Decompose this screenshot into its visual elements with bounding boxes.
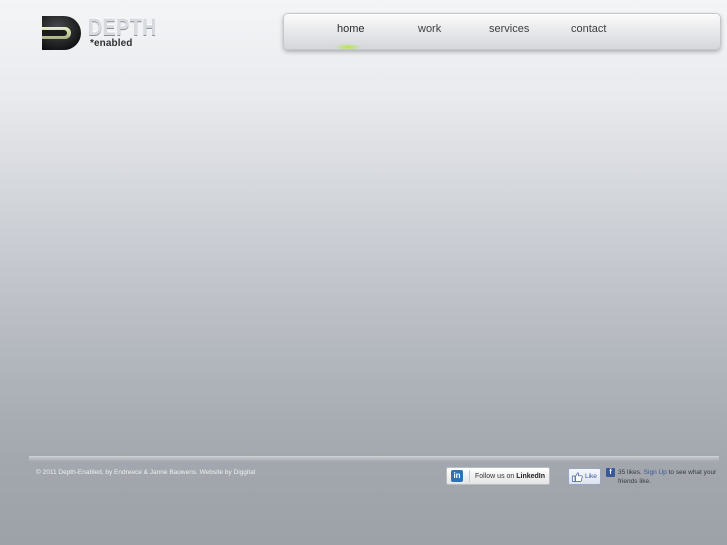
copyright-prefix: © 2011 Depth-Enabled, by Endreece & Jann… <box>36 469 234 476</box>
credit-link[interactable]: Diggital <box>234 469 256 476</box>
facebook-like-button[interactable]: Like <box>568 468 601 485</box>
facebook-signup-link[interactable]: Sign Up <box>644 469 667 476</box>
linkedin-follow-button[interactable]: in Follow us on LinkedIn <box>446 467 550 485</box>
linkedin-label: Follow us on LinkedIn <box>475 473 545 480</box>
nav-item-home[interactable]: home <box>337 23 365 35</box>
facebook-icon: f <box>606 468 615 477</box>
linkedin-label-brand: LinkedIn <box>516 472 546 480</box>
facebook-count-text: 35 likes. <box>618 469 642 476</box>
active-indicator-glow <box>335 44 361 50</box>
nav-item-work[interactable]: work <box>418 23 441 35</box>
depth-logo-icon <box>42 16 81 50</box>
nav-item-services[interactable]: services <box>489 23 529 35</box>
thumbs-up-icon <box>572 472 583 482</box>
logo-tagline: *enabled <box>90 38 133 49</box>
linkedin-label-prefix: Follow us on <box>475 472 517 480</box>
site-logo[interactable]: DEPTH *enabled <box>38 12 168 54</box>
nav-item-contact[interactable]: contact <box>571 23 606 35</box>
facebook-like-count: 35 likes. Sign Up to see what your frien… <box>618 468 718 486</box>
facebook-like-label: Like <box>585 473 597 480</box>
linkedin-separator <box>469 470 470 482</box>
copyright-text: © 2011 Depth-Enabled, by Endreece & Jann… <box>36 469 255 476</box>
linkedin-icon: in <box>451 470 463 482</box>
footer-divider <box>29 456 719 462</box>
main-nav: home work services contact <box>283 13 721 50</box>
